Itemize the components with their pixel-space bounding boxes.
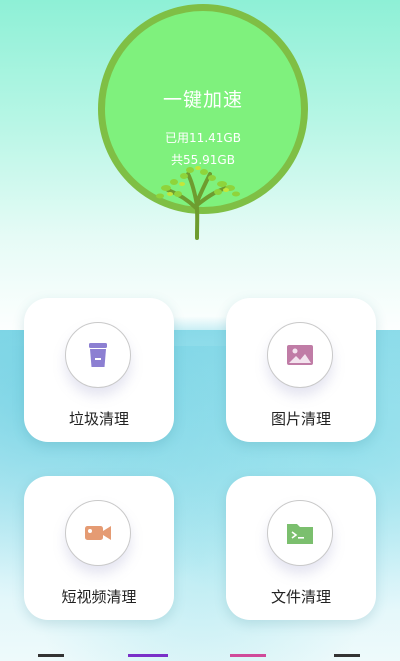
nav-item-1[interactable] <box>38 652 68 661</box>
nav-item-3[interactable] <box>230 652 270 661</box>
nav-item-2[interactable] <box>128 652 172 661</box>
image-clean-label: 图片清理 <box>270 410 331 428</box>
file-icon-ring <box>267 500 333 566</box>
storage-used-text: 已用11.41GB <box>165 131 241 145</box>
boost-title: 一键加速 <box>162 89 243 111</box>
image-icon <box>287 345 313 365</box>
trash-icon <box>89 343 107 367</box>
nav-item-4[interactable] <box>334 652 364 661</box>
junk-clean-label: 垃圾清理 <box>68 410 129 428</box>
file-clean-card[interactable]: 文件清理 <box>226 476 376 620</box>
file-clean-label: 文件清理 <box>270 588 331 606</box>
tree-icon <box>156 166 240 240</box>
video-camera-icon <box>85 526 111 540</box>
short-video-clean-label: 短视频清理 <box>61 588 137 606</box>
folder-terminal-icon <box>287 524 313 544</box>
image-clean-card[interactable]: 图片清理 <box>226 298 376 442</box>
bottom-navigation <box>0 652 400 661</box>
image-icon-ring <box>267 322 333 388</box>
junk-clean-card[interactable]: 垃圾清理 <box>24 298 174 442</box>
video-icon-ring <box>65 500 131 566</box>
junk-icon-ring <box>65 322 131 388</box>
short-video-clean-card[interactable]: 短视频清理 <box>24 476 174 620</box>
